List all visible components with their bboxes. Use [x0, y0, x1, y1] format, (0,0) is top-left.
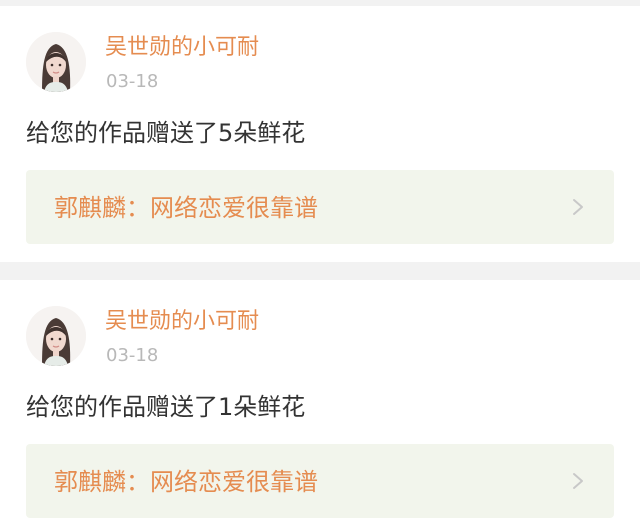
notification-date: 03-18	[106, 71, 159, 92]
chevron-right-icon	[573, 473, 583, 489]
work-title: 郭麒麟：网络恋爱很靠谱	[54, 468, 318, 496]
work-title: 郭麒麟：网络恋爱很靠谱	[54, 194, 318, 222]
notification-card: 吴世勋的小可耐 03-18 给您的作品赠送了5朵鲜花 郭麒麟：网络恋爱很靠谱	[0, 6, 640, 262]
user-avatar-icon[interactable]	[26, 306, 86, 366]
work-link-card[interactable]: 郭麒麟：网络恋爱很靠谱	[26, 170, 614, 244]
chevron-right-icon	[573, 199, 583, 215]
notification-date: 03-18	[106, 345, 159, 366]
gift-message: 给您的作品赠送了1朵鲜花	[26, 393, 306, 421]
user-avatar-icon[interactable]	[26, 32, 86, 92]
username-link[interactable]: 吴世勋的小可耐	[105, 308, 259, 336]
work-link-card[interactable]: 郭麒麟：网络恋爱很靠谱	[26, 444, 614, 518]
gift-message: 给您的作品赠送了5朵鲜花	[26, 119, 306, 147]
notification-card: 吴世勋的小可耐 03-18 给您的作品赠送了1朵鲜花 郭麒麟：网络恋爱很靠谱	[0, 280, 640, 529]
notification-feed: 吴世勋的小可耐 03-18 给您的作品赠送了5朵鲜花 郭麒麟：网络恋爱很靠谱 吴…	[0, 0, 640, 529]
username-link[interactable]: 吴世勋的小可耐	[105, 34, 259, 62]
